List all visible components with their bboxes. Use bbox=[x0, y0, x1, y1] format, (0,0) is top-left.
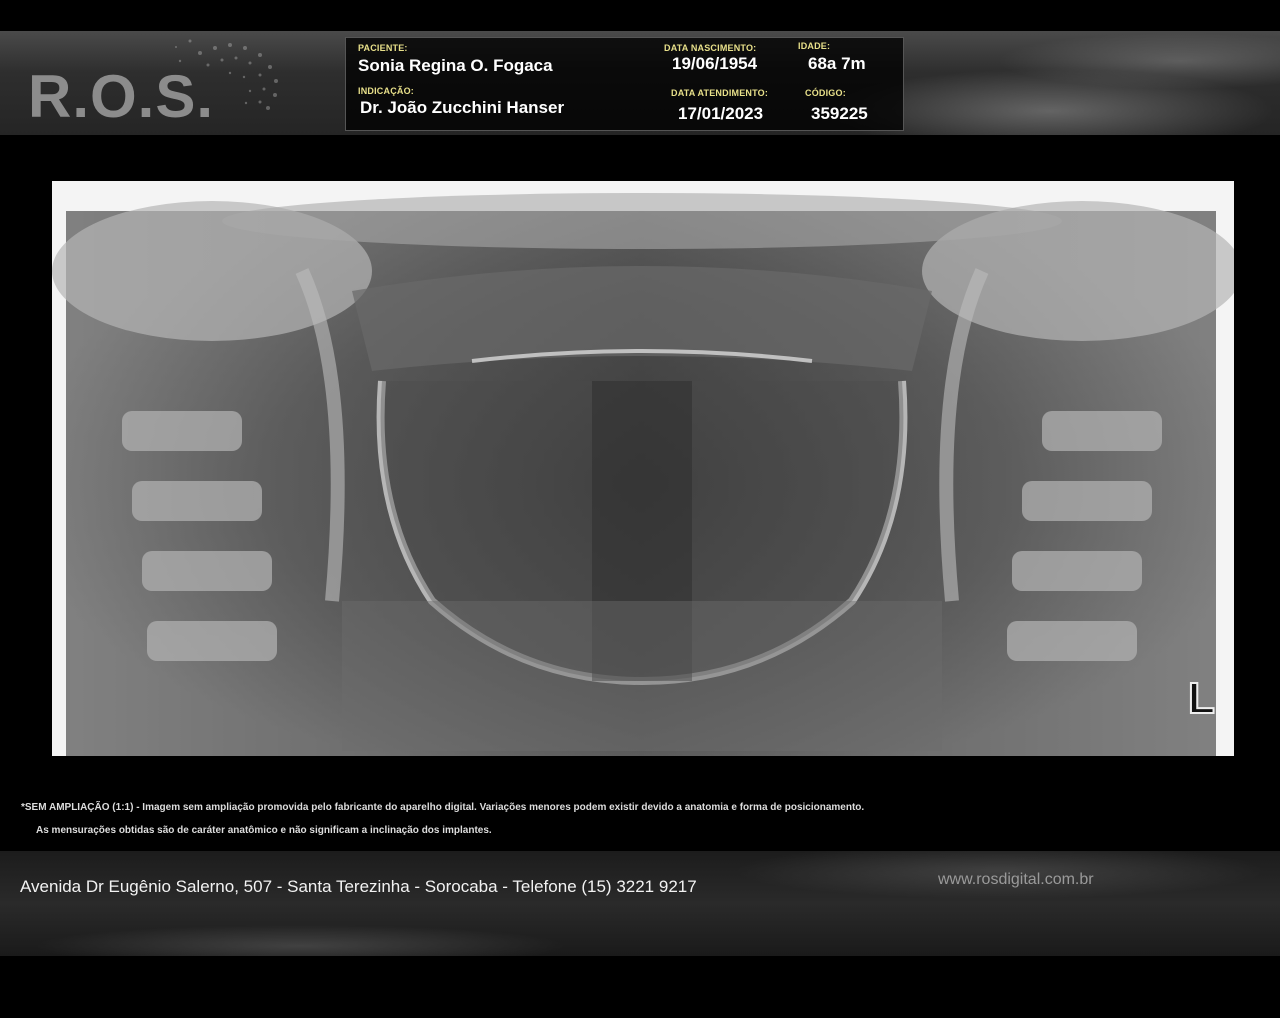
clinic-website[interactable]: www.rosdigital.com.br bbox=[938, 871, 1094, 889]
visit-date-value: 17/01/2023 bbox=[678, 104, 764, 123]
patient-name: Sonia Regina O. Fogaca bbox=[358, 56, 553, 75]
ros-logo: R.O.S. bbox=[28, 63, 215, 130]
patient-label: PACIENTE: bbox=[358, 43, 408, 53]
xray-drawing bbox=[52, 193, 1234, 756]
clinic-address: Avenida Dr Eugênio Salerno, 507 - Santa … bbox=[20, 877, 697, 896]
measurement-note: As mensurações obtidas são de caráter an… bbox=[36, 825, 492, 836]
indication-label: INDICAÇÃO: bbox=[358, 86, 414, 96]
code-value: 359225 bbox=[811, 104, 868, 123]
header-band: R.O.S. PACIENTE: Sonia Regina O. Fogaca … bbox=[0, 31, 1280, 135]
magnification-note: *SEM AMPLIAÇÃO (1:1) - Imagem sem amplia… bbox=[21, 802, 865, 813]
panoramic-xray-image: L bbox=[52, 181, 1234, 756]
patient-info-box: PACIENTE: Sonia Regina O. Fogaca INDICAÇ… bbox=[345, 37, 904, 131]
age-label: IDADE: bbox=[798, 41, 831, 51]
age-value: 68a 7m bbox=[808, 54, 866, 73]
code-label: CÓDIGO: bbox=[805, 88, 846, 98]
birth-date-value: 19/06/1954 bbox=[672, 54, 758, 73]
indication-value: Dr. João Zucchini Hanser bbox=[360, 98, 565, 117]
footer-band: Avenida Dr Eugênio Salerno, 507 - Santa … bbox=[0, 851, 1280, 956]
side-marker-L: L bbox=[1187, 674, 1216, 723]
birth-date-label: DATA NASCIMENTO: bbox=[664, 43, 757, 53]
visit-date-label: DATA ATENDIMENTO: bbox=[671, 88, 769, 98]
